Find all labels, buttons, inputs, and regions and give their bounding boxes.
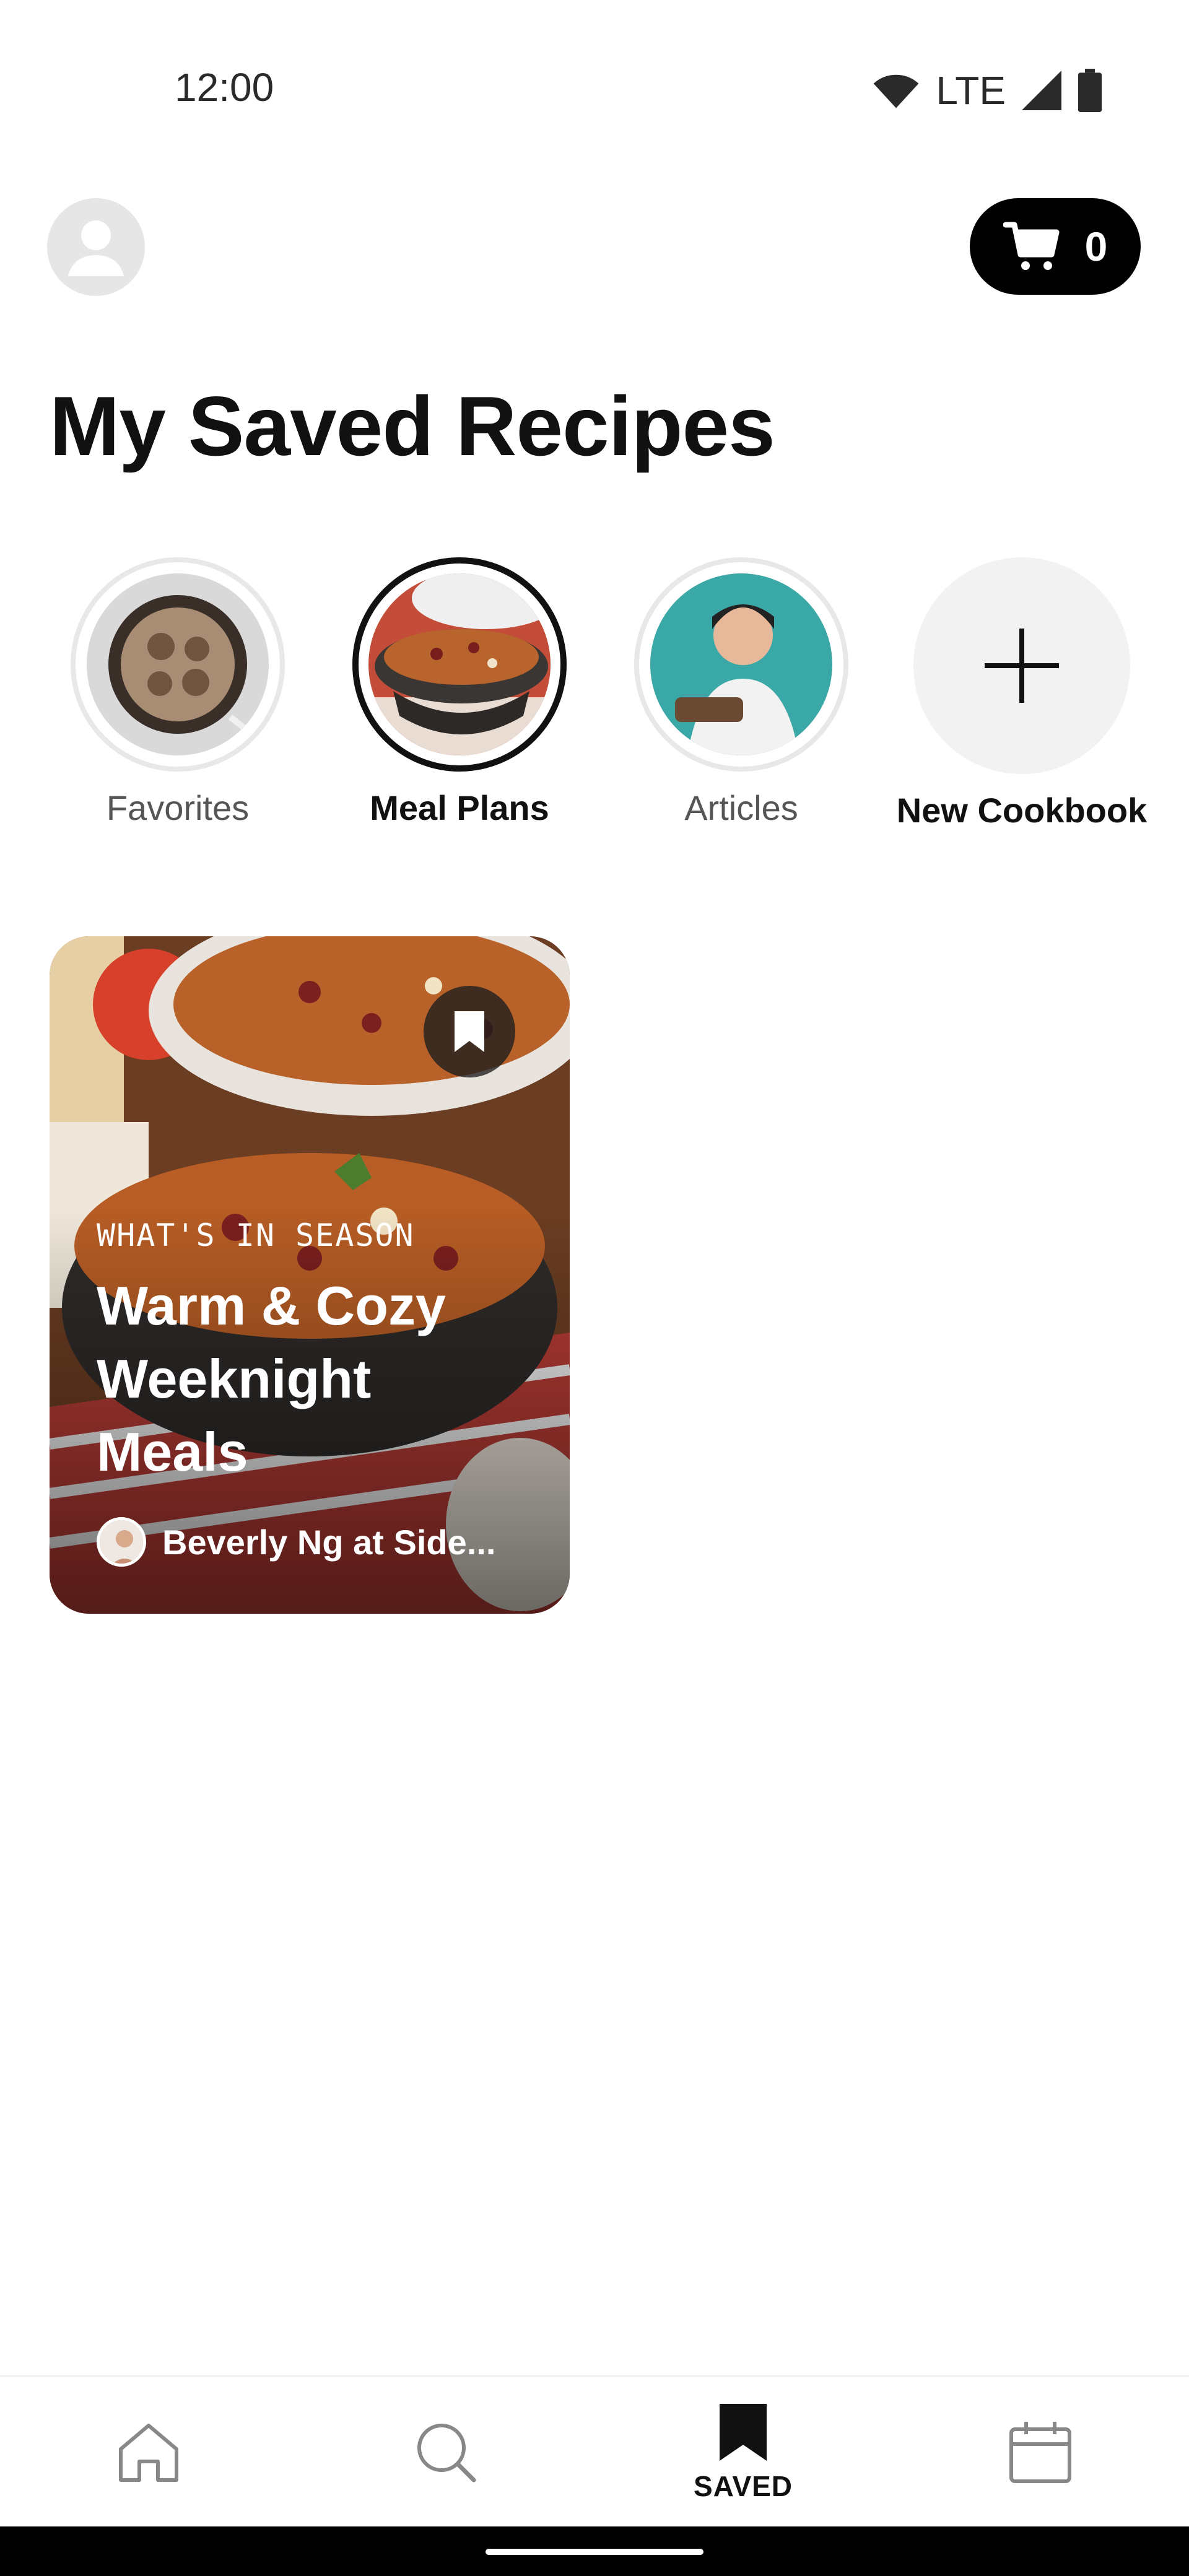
profile-avatar[interactable] [47, 198, 145, 296]
card-author[interactable]: Beverly Ng at Side... [97, 1517, 495, 1567]
battery-icon [1078, 69, 1102, 112]
cookbook-thumbnail [71, 557, 285, 772]
new-cookbook-button[interactable]: New Cookbook [879, 557, 1164, 830]
network-type: LTE [936, 68, 1006, 113]
bookmark-button[interactable] [424, 986, 515, 1077]
bookmark-icon [720, 2404, 767, 2461]
nav-saved[interactable]: SAVED [669, 2377, 817, 2528]
cart-button[interactable]: 0 [970, 198, 1141, 295]
card-kicker: WHAT'S IN SEASON [97, 1217, 415, 1253]
page-title: My Saved Recipes [50, 379, 775, 473]
search-icon [417, 2424, 476, 2482]
status-time: 12:00 [175, 65, 274, 110]
cookbook-label: Meal Plans [370, 788, 549, 827]
bookmark-icon [455, 1011, 484, 1052]
nav-calendar[interactable] [966, 2377, 1115, 2528]
cookbook-articles[interactable]: Articles [599, 557, 884, 828]
cookbook-favorites[interactable]: Favorites [35, 557, 320, 828]
cookbook-label: Articles [684, 788, 798, 827]
new-cookbook-circle [913, 557, 1130, 774]
cookbook-thumbnail [634, 557, 848, 772]
gesture-bar [0, 2526, 1189, 2576]
nav-saved-label: SAVED [693, 2470, 793, 2502]
cookbook-thumbnail [352, 557, 567, 772]
author-avatar [97, 1517, 146, 1567]
card-title: Warm & Cozy Weeknight Meals [97, 1275, 446, 1482]
cookbook-meal-plans[interactable]: Meal Plans [317, 557, 602, 828]
status-icons: LTE [873, 64, 1102, 116]
calendar-icon [1009, 2422, 1071, 2483]
nav-home[interactable] [74, 2377, 223, 2528]
status-bar: 12:00 LTE [0, 0, 1189, 155]
cookbook-label: Favorites [106, 788, 250, 827]
bottom-navigation: SAVED [0, 2375, 1189, 2528]
wifi-icon [873, 74, 919, 108]
author-name: Beverly Ng at Side... [162, 1522, 496, 1562]
nav-search[interactable] [372, 2377, 520, 2528]
cart-icon [1003, 222, 1060, 270]
cookbook-row: Favorites Meal Plans Articles New Cookbo… [0, 557, 1189, 842]
signal-icon [1022, 71, 1061, 110]
collection-card[interactable]: WHAT'S IN SEASON Warm & Cozy Weeknight M… [50, 936, 570, 1614]
person-icon [68, 220, 124, 276]
meal-plans-image [368, 573, 551, 755]
cart-count: 0 [1084, 224, 1108, 269]
plus-icon [985, 629, 1059, 703]
favorites-image [87, 573, 269, 755]
home-icon [119, 2424, 178, 2482]
home-indicator[interactable] [486, 2549, 703, 2555]
articles-image [650, 573, 832, 755]
cookbook-label: New Cookbook [896, 791, 1148, 830]
